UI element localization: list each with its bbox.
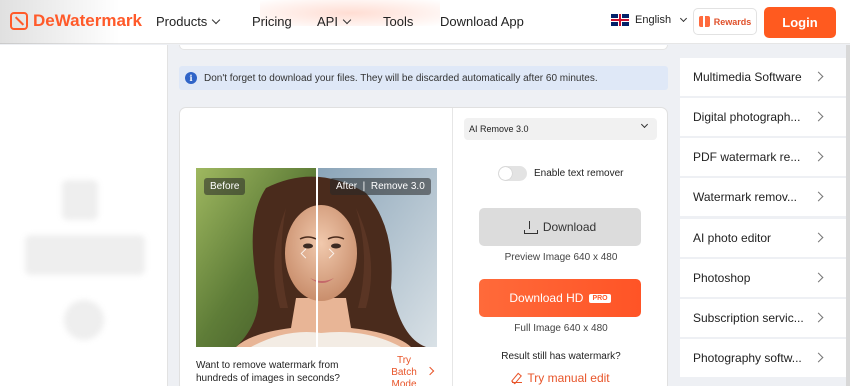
sidebar-item-digital-photography[interactable]: Digital photograph... xyxy=(680,98,846,136)
sidebar-item-label: Multimedia Software xyxy=(693,70,802,84)
blurred-ad-block xyxy=(25,235,145,275)
batch-prompt: Want to remove watermark from hundreds o… xyxy=(196,360,340,384)
before-after-compare[interactable]: Before After | Remove 3.0 xyxy=(196,168,437,347)
chevron-right-icon xyxy=(813,312,824,323)
nav-download-app[interactable]: Download App xyxy=(440,14,524,29)
text-remover-toggle[interactable] xyxy=(498,166,527,181)
language-label: English xyxy=(635,14,672,26)
model-select-value: AI Remove 3.0 xyxy=(469,124,529,134)
sidebar-item-photography-software[interactable]: Photography softw... xyxy=(680,339,846,377)
nav-tools-label: Tools xyxy=(383,14,414,29)
download-button[interactable]: Download xyxy=(479,208,641,246)
login-button[interactable]: Login xyxy=(764,7,836,38)
right-sidebar: Multimedia Software Digital photograph..… xyxy=(680,45,846,386)
logo[interactable]: DeWatermark xyxy=(10,11,142,31)
chevron-down-icon xyxy=(342,15,352,25)
download-hd-label: Download HD xyxy=(509,291,584,305)
logo-text: DeWatermark xyxy=(33,11,142,30)
card-top-edge xyxy=(179,45,668,50)
sidebar-item-label: Digital photograph... xyxy=(693,110,801,124)
editor-card: Before After | Remove 3.0 Want to remove… xyxy=(179,107,668,386)
blurred-ad-text xyxy=(20,90,150,111)
notice-text: Don't forget to download your files. The… xyxy=(204,72,598,84)
nav-api-label: API xyxy=(317,14,338,29)
chevron-right-icon xyxy=(813,151,824,162)
language-selector[interactable]: English xyxy=(611,14,688,26)
sidebar-item-label: Photoshop xyxy=(693,271,751,285)
text-remover-label: Enable text remover xyxy=(534,168,624,179)
nav-pricing[interactable]: Pricing xyxy=(252,14,292,29)
chevron-right-icon xyxy=(813,272,824,283)
download-label: Download xyxy=(542,220,597,234)
nav-products-label: Products xyxy=(156,14,208,29)
full-size-text: Full Image 640 x 480 xyxy=(514,323,608,334)
model-select[interactable]: AI Remove 3.0 xyxy=(464,118,657,140)
blurred-ad-image xyxy=(62,180,98,220)
chevron-right-icon xyxy=(813,232,824,243)
sidebar-item-label: AI photo editor xyxy=(693,231,772,245)
nav-products[interactable]: Products xyxy=(156,14,221,29)
info-icon: i xyxy=(185,72,197,84)
chevron-right-icon xyxy=(813,191,824,202)
chevron-down-icon xyxy=(680,14,688,23)
sidebar-item-multimedia-software[interactable]: Multimedia Software xyxy=(680,58,846,96)
sidebar-item-label: Photography softw... xyxy=(693,351,802,365)
rewards-label: Rewards xyxy=(713,16,752,27)
chevron-right-icon xyxy=(425,366,435,376)
sidebar-item-label: Subscription servic... xyxy=(693,311,804,325)
download-hd-button[interactable]: Download HD PRO xyxy=(479,279,641,317)
nav-pricing-label: Pricing xyxy=(252,14,292,29)
sidebar-item-ai-photo-editor[interactable]: AI photo editor xyxy=(680,219,846,257)
card-divider xyxy=(452,108,453,386)
uk-flag-icon xyxy=(611,14,629,26)
preview-size-text: Preview Image 640 x 480 xyxy=(504,252,618,263)
left-ad-panel xyxy=(0,45,168,386)
after-tag: After | Remove 3.0 xyxy=(330,178,431,195)
text-remover-toggle-row: Enable text remover xyxy=(498,166,624,181)
nav-tools[interactable]: Tools xyxy=(383,14,413,29)
nav-download-app-label: Download App xyxy=(440,14,524,29)
page-scrollbar[interactable] xyxy=(846,45,850,386)
discard-notice: i Don't forget to download your files. T… xyxy=(179,66,668,90)
sidebar-item-label: PDF watermark re... xyxy=(693,150,801,164)
nav-api[interactable]: API xyxy=(317,14,352,29)
sidebar-item-pdf-watermark[interactable]: PDF watermark re... xyxy=(680,138,846,176)
download-icon xyxy=(523,221,538,234)
sidebar-item-subscription-services[interactable]: Subscription servic... xyxy=(680,299,846,337)
gift-icon xyxy=(698,16,710,27)
sidebar-item-photoshop[interactable]: Photoshop xyxy=(680,259,846,297)
after-tag-label: After xyxy=(336,181,358,192)
rewards-button[interactable]: Rewards xyxy=(693,8,757,35)
chevron-down-icon xyxy=(640,120,649,129)
try-batch-mode-link[interactable]: Try Batch Mode xyxy=(388,355,420,386)
chevron-right-icon xyxy=(813,71,824,82)
chevron-right-icon xyxy=(813,352,824,363)
compare-divider-handle[interactable] xyxy=(316,168,318,347)
still-watermark-text: Result still has watermark? xyxy=(501,351,621,362)
eraser-icon xyxy=(512,373,523,383)
logo-icon xyxy=(10,12,28,30)
top-header: DeWatermark Products Pricing API Tools D… xyxy=(0,0,850,44)
try-manual-edit-link[interactable]: Try manual edit xyxy=(453,371,669,385)
chevron-right-icon xyxy=(813,111,824,122)
sidebar-item-watermark-remover[interactable]: Watermark remov... xyxy=(680,178,846,216)
sidebar-item-label: Watermark remov... xyxy=(693,190,798,204)
manual-edit-label: Try manual edit xyxy=(527,371,610,385)
before-tag: Before xyxy=(204,178,246,195)
blurred-ad-circle xyxy=(64,300,104,340)
pro-badge: PRO xyxy=(589,293,611,303)
chevron-down-icon xyxy=(212,15,221,25)
version-tag-label: Remove 3.0 xyxy=(370,181,425,192)
